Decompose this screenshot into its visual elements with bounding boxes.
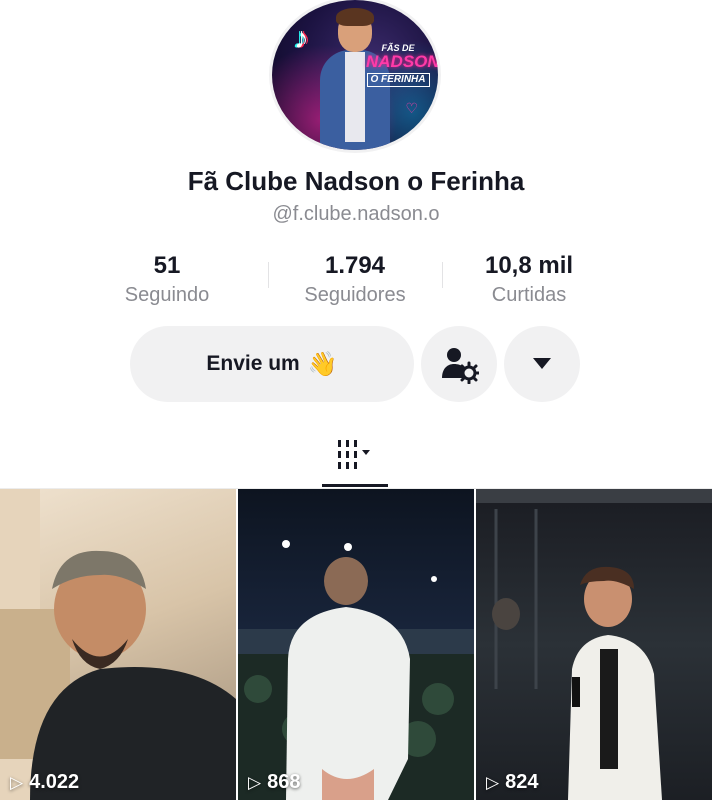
stat-likes[interactable]: 10,8 mil Curtidas bbox=[444, 252, 614, 307]
heart-icon: ♡ bbox=[405, 100, 418, 116]
video-thumbnail[interactable]: ▷ 824 bbox=[476, 489, 712, 800]
display-name: Fã Clube Nadson o Ferinha bbox=[187, 166, 525, 196]
stat-followers[interactable]: 1.794 Seguidores bbox=[270, 252, 440, 307]
view-count: ▷ 824 bbox=[486, 771, 538, 794]
view-count-value: 4.022 bbox=[29, 771, 80, 793]
tiktok-logo-icon: ♪ bbox=[294, 22, 309, 55]
stat-divider bbox=[268, 262, 269, 288]
more-options-button[interactable] bbox=[504, 326, 580, 402]
stat-divider bbox=[442, 262, 443, 288]
video-thumbnail-image bbox=[238, 540, 474, 800]
message-button-label: Envie um bbox=[206, 352, 300, 375]
add-friend-settings-button[interactable] bbox=[421, 326, 497, 402]
play-icon: ▷ bbox=[248, 772, 262, 792]
video-thumbnail-image bbox=[0, 489, 236, 800]
send-message-button[interactable]: Envie um 👋 bbox=[130, 326, 414, 402]
likes-count: 10,8 mil bbox=[484, 252, 574, 279]
followers-count: 1.794 bbox=[324, 252, 386, 279]
caret-down-icon bbox=[533, 358, 551, 369]
active-tab-indicator bbox=[322, 484, 388, 487]
video-thumbnail[interactable]: ▷ 868 bbox=[238, 489, 474, 800]
avatar-badge: FÃS DE NADSON O FERINHA bbox=[366, 43, 438, 87]
video-thumbnail[interactable]: ▷ 4.022 bbox=[0, 489, 236, 800]
following-label: Seguindo bbox=[124, 284, 210, 306]
play-icon: ▷ bbox=[10, 772, 24, 792]
following-count: 51 bbox=[153, 252, 181, 279]
profile-tabs bbox=[0, 430, 712, 489]
waving-hand-icon: 👋 bbox=[307, 350, 338, 378]
profile-avatar[interactable]: ♪ FÃS DE NADSON O FERINHA ♡ bbox=[272, 0, 438, 150]
add-friend-settings-icon bbox=[442, 348, 479, 384]
tab-videos[interactable] bbox=[320, 430, 390, 486]
profile-stats: 51 Seguindo 1.794 Seguidores 10,8 mil Cu… bbox=[100, 252, 620, 312]
video-grid: ▷ 4.022 ▷ 868 ▷ 824 bbox=[0, 489, 712, 800]
view-count: ▷ 4.022 bbox=[10, 771, 79, 794]
view-count-value: 824 bbox=[505, 771, 539, 793]
username: @f.clube.nadson.o bbox=[272, 203, 440, 225]
play-icon: ▷ bbox=[486, 772, 500, 792]
video-thumbnail-image bbox=[476, 489, 712, 800]
likes-label: Curtidas bbox=[491, 284, 567, 306]
followers-label: Seguidores bbox=[304, 284, 406, 306]
view-count: ▷ 868 bbox=[248, 771, 300, 794]
grid-videos-icon bbox=[338, 440, 370, 469]
view-count-value: 868 bbox=[267, 771, 301, 793]
stat-following[interactable]: 51 Seguindo bbox=[82, 252, 252, 307]
